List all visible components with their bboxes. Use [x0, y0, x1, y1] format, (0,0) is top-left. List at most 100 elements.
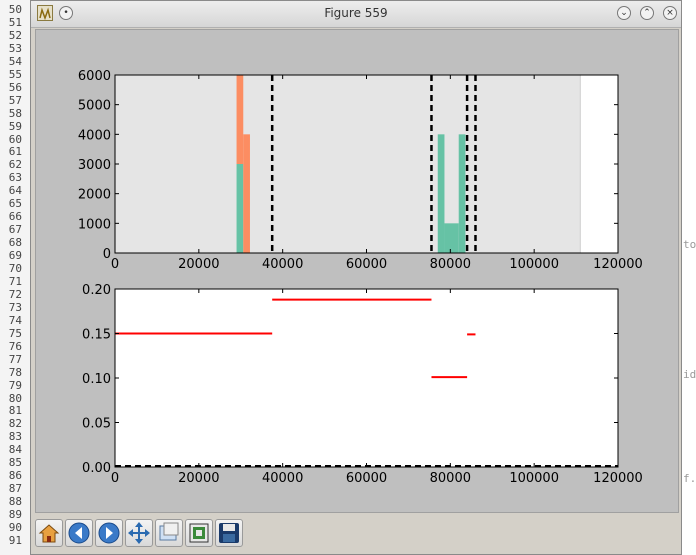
line-number: 53 — [8, 41, 22, 55]
line-number: 91 — [8, 533, 22, 547]
y-tick-label: 0 — [103, 247, 111, 262]
line-number: 74 — [8, 313, 22, 327]
line-number: 59 — [8, 119, 22, 133]
y-tick-label: 3000 — [78, 158, 111, 173]
line-number: 69 — [8, 249, 22, 263]
maximize-button[interactable]: ⌃ — [640, 6, 654, 20]
save-button[interactable] — [215, 519, 243, 547]
figure-canvas[interactable]: 0 20000 40000 60000 80000 100000 120000 0 1000 20… — [35, 29, 679, 513]
subplots-icon — [189, 523, 209, 543]
axes-background — [115, 289, 618, 467]
line-number: 84 — [8, 443, 22, 457]
line-number: 78 — [8, 365, 22, 379]
line-number: 67 — [8, 223, 22, 237]
line-number: 54 — [8, 54, 22, 68]
histogram-bar-orange — [243, 134, 250, 253]
shaded-region — [115, 75, 581, 253]
minimize-button[interactable]: ⌄ — [617, 6, 631, 20]
home-button[interactable] — [35, 519, 63, 547]
line-number: 79 — [8, 378, 22, 392]
histogram-bar-green — [444, 223, 459, 253]
histogram-bar-green — [236, 164, 244, 253]
save-icon — [219, 523, 239, 543]
forward-icon — [98, 522, 120, 544]
line-number: 86 — [8, 469, 22, 483]
navigation-toolbar — [35, 517, 679, 551]
line-number: 65 — [8, 197, 22, 211]
line-number: 63 — [8, 171, 22, 185]
line-number: 72 — [8, 287, 22, 301]
x-tick-label: 40000 — [262, 471, 303, 486]
y-tick-label: 0.15 — [82, 328, 111, 343]
line-number: 76 — [8, 339, 22, 353]
y-tick-label: 0.20 — [82, 283, 111, 298]
title-bar[interactable]: • Figure 559 ⌄ ⌃ × — [31, 1, 681, 28]
editor-text-fragment: f. — [683, 472, 696, 485]
figure-window: • Figure 559 ⌄ ⌃ × 0 20000 40000 60000 80000… — [30, 0, 682, 555]
line-number: 61 — [8, 145, 22, 159]
line-number: 68 — [8, 236, 22, 250]
x-tick-label: 60000 — [346, 257, 387, 272]
x-tick-label: 20000 — [178, 257, 219, 272]
line-number: 82 — [8, 417, 22, 431]
line-number: 85 — [8, 456, 22, 470]
x-tick-label: 0 — [111, 257, 119, 272]
y-tick-label: 6000 — [78, 69, 111, 84]
x-tick-label: 60000 — [346, 471, 387, 486]
subplots-button[interactable] — [185, 519, 213, 547]
x-tick-label: 80000 — [430, 257, 471, 272]
line-number: 77 — [8, 352, 22, 366]
histogram-bar-green — [458, 134, 466, 253]
line-number: 80 — [8, 391, 22, 405]
pan-icon — [128, 522, 150, 544]
line-number: 60 — [8, 132, 22, 146]
x-tick-label: 40000 — [262, 257, 303, 272]
back-icon — [68, 522, 90, 544]
y-tick-label: 2000 — [78, 188, 111, 203]
line-number: 50 — [8, 3, 22, 16]
line-number: 57 — [8, 93, 22, 107]
y-tick-label: 0.10 — [82, 372, 111, 387]
line-number: 51 — [8, 15, 22, 29]
figure-svg: 0 20000 40000 60000 80000 100000 1200000100020… — [78, 69, 643, 486]
line-number: 88 — [8, 495, 22, 509]
home-icon — [38, 524, 60, 543]
x-tick-label: 100000 — [509, 257, 559, 272]
line-number: 62 — [8, 158, 22, 172]
line-number: 71 — [8, 274, 22, 288]
x-tick-label: 80000 — [430, 471, 471, 486]
x-tick-label: 120000 — [593, 257, 643, 272]
editor-text-fragment: id — [683, 368, 696, 381]
y-tick-label: 5000 — [78, 99, 111, 114]
y-tick-label: 0.05 — [82, 417, 111, 432]
line-number: 56 — [8, 80, 22, 94]
line-number: 55 — [8, 67, 22, 81]
window-title: Figure 559 — [324, 6, 388, 20]
line-number: 81 — [8, 404, 22, 418]
line-number: 83 — [8, 430, 22, 444]
line-number: 58 — [8, 106, 22, 120]
x-tick-label: 0 — [111, 471, 119, 486]
line-number: 89 — [8, 508, 22, 522]
line-number: 70 — [8, 262, 22, 275]
line-number: 52 — [8, 28, 22, 42]
editor-text-fragment: to — [683, 238, 696, 251]
histogram-bar-green — [437, 134, 445, 253]
y-tick-label: 4000 — [78, 128, 111, 143]
histogram-bar-orange — [236, 75, 244, 164]
line-number: 75 — [8, 326, 22, 340]
zoom-icon — [159, 522, 179, 541]
line-number: 64 — [8, 184, 22, 198]
zoom-button[interactable] — [155, 519, 183, 547]
close-button[interactable]: × — [663, 6, 677, 20]
editor-gutter: 50 51 52 53 54 55 56 57 58 59 60 61 62 63 64 65 66 67 68 69… — [0, 0, 30, 555]
forward-button[interactable] — [95, 519, 123, 547]
line-number: 87 — [8, 482, 22, 496]
pan-button[interactable] — [125, 519, 153, 547]
y-tick-label: 0.00 — [82, 461, 111, 476]
x-tick-label: 20000 — [178, 471, 219, 486]
line-number: 66 — [8, 210, 22, 224]
x-tick-label: 120000 — [593, 471, 643, 486]
back-button[interactable] — [65, 519, 93, 547]
y-tick-label: 1000 — [78, 217, 111, 232]
